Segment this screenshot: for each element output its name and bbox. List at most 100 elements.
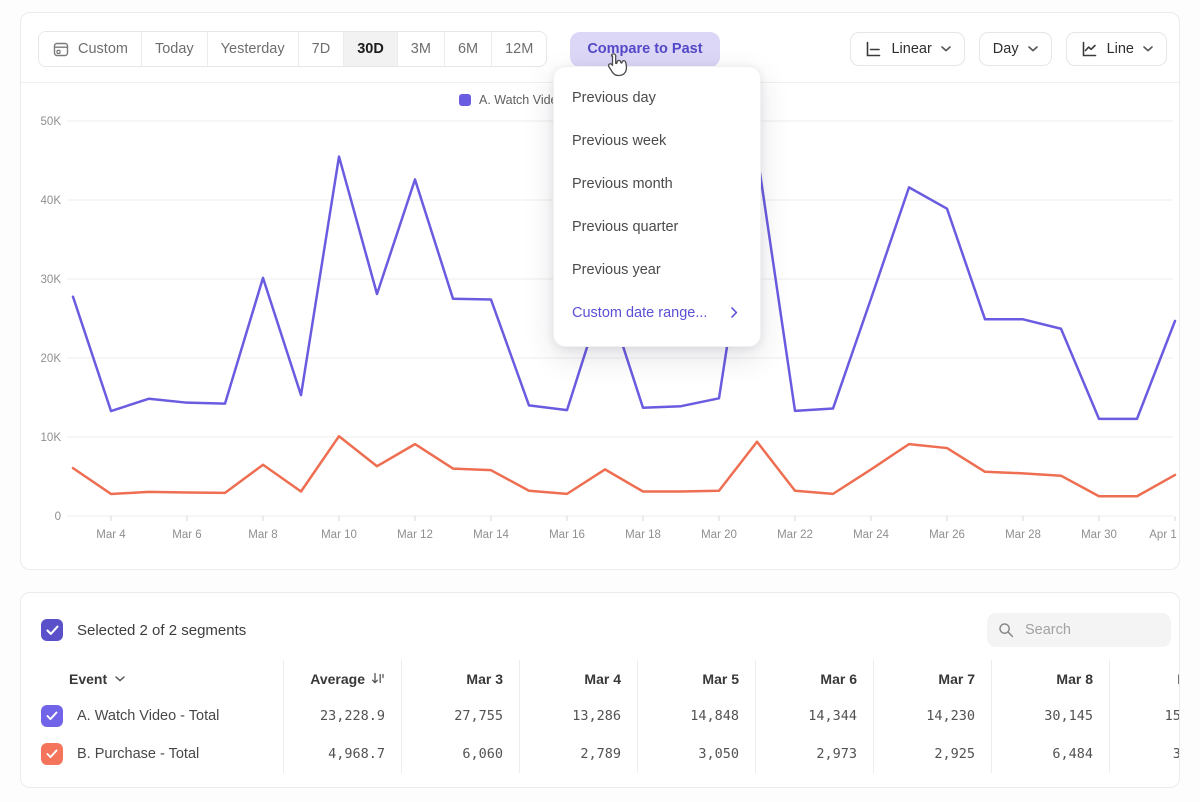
average-value: 23,228.9: [320, 708, 385, 724]
cell-value: 15,: [1165, 708, 1180, 724]
cell-value: 2,973: [816, 746, 857, 762]
date-header-cell: Mar 5: [637, 660, 755, 697]
value-cell: 3,050: [637, 735, 755, 773]
value-cell: 2,789: [519, 735, 637, 773]
value-cell: 3,: [1109, 735, 1180, 773]
svg-text:0: 0: [55, 511, 61, 523]
date-header-cell: Mar 7: [873, 660, 991, 697]
menu-item-previous-week[interactable]: Previous week: [554, 119, 760, 162]
chart-type-select-label: Line: [1107, 41, 1134, 57]
chart-type-select-button[interactable]: Line: [1066, 32, 1167, 66]
svg-text:Mar 16: Mar 16: [549, 529, 585, 541]
menu-item-custom-date-range[interactable]: Custom date range...: [554, 291, 760, 334]
average-header-cell[interactable]: Average: [283, 660, 401, 697]
menu-item-previous-year[interactable]: Previous year: [554, 248, 760, 291]
preset-label: Yesterday: [221, 41, 285, 57]
date-header-cell: Mar 4: [519, 660, 637, 697]
cell-value: 13,286: [572, 708, 621, 724]
value-cell: 15,: [1109, 697, 1180, 735]
svg-text:Mar 28: Mar 28: [1005, 529, 1041, 541]
value-cell: 13,286: [519, 697, 637, 735]
date-header-label: M: [1177, 671, 1180, 687]
svg-text:Mar 6: Mar 6: [172, 529, 201, 541]
table-header-row: Event Average Mar 3 Mar 4Mar 5 Mar 6 Mar 7 M…: [21, 660, 1179, 697]
menu-item-previous-day[interactable]: Previous day: [554, 76, 760, 119]
date-header-label: Mar 6: [820, 671, 857, 687]
scale-select-button[interactable]: Linear: [850, 32, 964, 66]
svg-text:Mar 18: Mar 18: [625, 529, 661, 541]
select-all-checkbox[interactable]: [41, 619, 63, 641]
value-cell: 14,344: [755, 697, 873, 735]
preset-label: 3M: [411, 41, 431, 57]
date-header-cell: Mar 8: [991, 660, 1109, 697]
search-input[interactable]: [1023, 621, 1160, 639]
preset-label: 6M: [458, 41, 478, 57]
menu-item-previous-quarter[interactable]: Previous quarter: [554, 205, 760, 248]
svg-text:Mar 30: Mar 30: [1081, 529, 1117, 541]
cell-value: 30,145: [1044, 708, 1093, 724]
date-header-label: Mar 3: [466, 671, 503, 687]
line-chart-icon: [1080, 40, 1098, 58]
table-row: A. Watch Video - Total 23,228.9 27,755 13,2…: [21, 697, 1179, 735]
svg-text:Mar 8: Mar 8: [248, 529, 277, 541]
date-header-cell: Mar 6: [755, 660, 873, 697]
granularity-select-button[interactable]: Day: [979, 32, 1052, 66]
svg-text:Apr 1: Apr 1: [1149, 529, 1177, 541]
svg-text:10K: 10K: [41, 432, 62, 444]
value-cell: 27,755: [401, 697, 519, 735]
linear-scale-icon: [864, 40, 882, 58]
cell-value: 14,230: [926, 708, 975, 724]
preset-7d[interactable]: 7D: [299, 32, 345, 66]
date-header-cell: Mar 3: [401, 660, 519, 697]
cell-value: 2,925: [934, 746, 975, 762]
svg-text:Mar 4: Mar 4: [96, 529, 126, 541]
average-cell: 4,968.7: [283, 735, 401, 773]
preset-3m[interactable]: 3M: [398, 32, 445, 66]
segment-checkbox[interactable]: [41, 743, 63, 765]
segments-table: Event Average Mar 3 Mar 4Mar 5 Mar 6 Mar 7 M…: [21, 660, 1179, 773]
value-cell: 6,060: [401, 735, 519, 773]
calendar-icon: [52, 40, 70, 58]
svg-text:20K: 20K: [41, 353, 62, 365]
preset-label: 12M: [505, 41, 533, 57]
segment-label: A. Watch Video - Total: [77, 708, 219, 724]
search-icon: [998, 622, 1014, 638]
granularity-select-label: Day: [993, 41, 1019, 57]
preset-label: Today: [155, 41, 194, 57]
segment-checkbox[interactable]: [41, 705, 63, 727]
svg-text:30K: 30K: [41, 274, 62, 286]
segments-card: Selected 2 of 2 segments Event Average: [20, 592, 1180, 788]
segment-label: B. Purchase - Total: [77, 746, 199, 762]
chevron-down-icon: [1028, 46, 1038, 52]
preset-today[interactable]: Today: [142, 32, 208, 66]
value-cell: 6,484: [991, 735, 1109, 773]
preset-6m[interactable]: 6M: [445, 32, 492, 66]
preset-30d[interactable]: 30D: [344, 32, 398, 66]
date-range-presets: Custom Today Yesterday 7D30D 3M 6M 12M: [38, 31, 547, 67]
chevron-down-icon: [941, 46, 951, 52]
event-header-cell[interactable]: Event: [21, 671, 283, 687]
cell-value: 6,484: [1052, 746, 1093, 762]
average-header-label: Average: [310, 671, 365, 687]
segments-header-row: Selected 2 of 2 segments: [21, 593, 1179, 647]
svg-text:Mar 24: Mar 24: [853, 529, 889, 541]
date-header-label: Mar 8: [1056, 671, 1093, 687]
custom-date-range-label: Custom date range...: [572, 305, 707, 321]
menu-item-previous-month[interactable]: Previous month: [554, 162, 760, 205]
table-row: B. Purchase - Total 4,968.76,0602,7893,05…: [21, 735, 1179, 773]
event-cell: B. Purchase - Total: [21, 743, 283, 765]
svg-text:50K: 50K: [41, 116, 62, 128]
event-header-label: Event: [69, 671, 107, 687]
scale-select-label: Linear: [891, 41, 931, 57]
compare-to-past-menu: Previous dayPrevious weekPrevious monthP…: [553, 66, 761, 347]
compare-to-past-button[interactable]: Compare to Past: [570, 32, 719, 67]
preset-12m[interactable]: 12M: [492, 32, 546, 66]
svg-text:Mar 26: Mar 26: [929, 529, 965, 541]
preset-yesterday[interactable]: Yesterday: [208, 32, 299, 66]
legend-swatch: [459, 94, 471, 106]
chevron-down-icon: [1143, 46, 1153, 52]
average-cell: 23,228.9: [283, 697, 401, 735]
preset-custom[interactable]: Custom: [39, 32, 142, 66]
svg-text:Mar 12: Mar 12: [397, 529, 433, 541]
sort-descending-icon: [371, 672, 385, 685]
